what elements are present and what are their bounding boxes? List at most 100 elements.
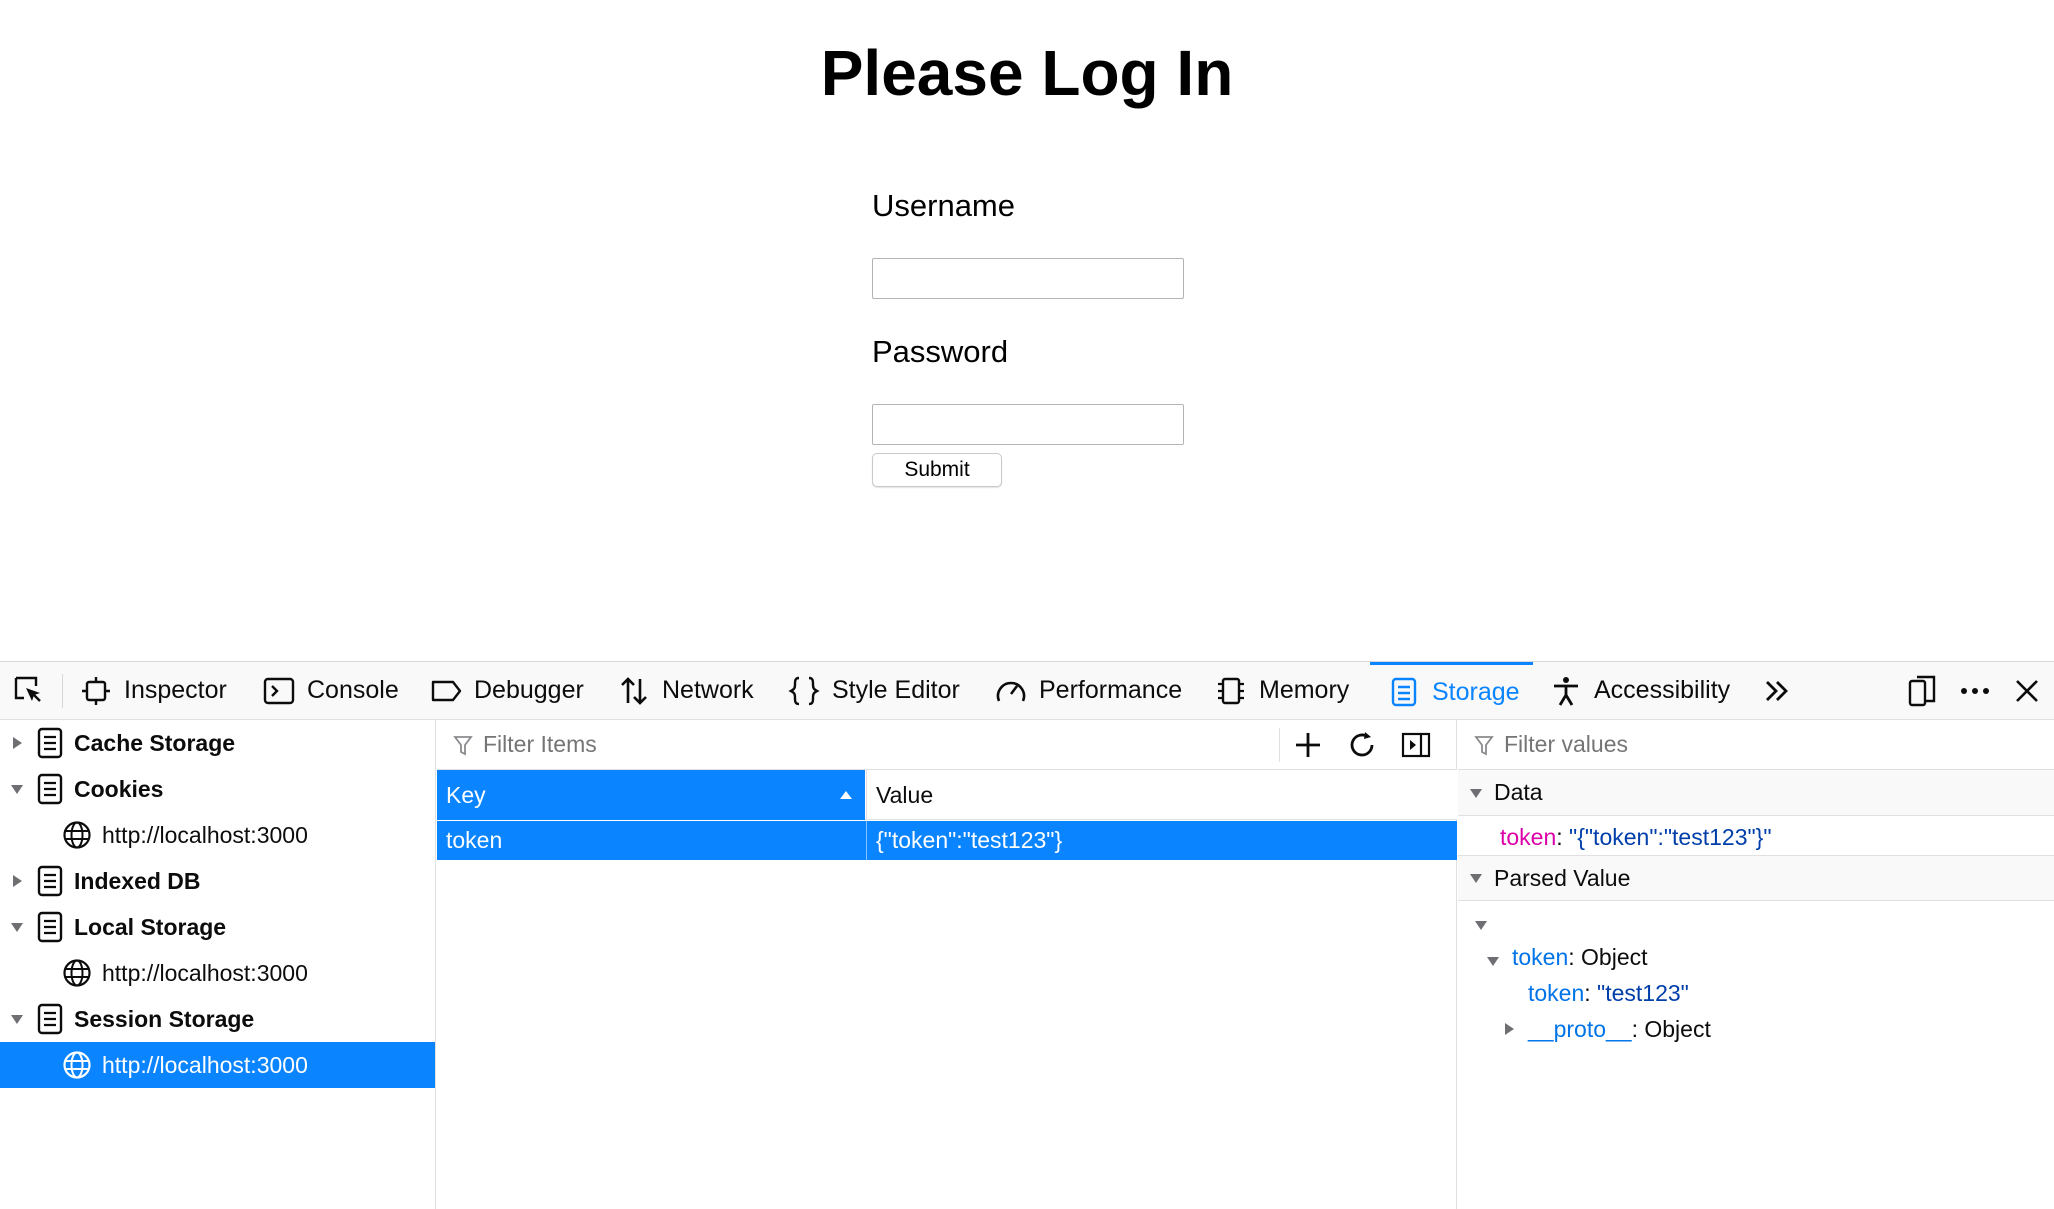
toggle-sidebar-icon[interactable] bbox=[1399, 728, 1433, 762]
tree-item-label: Local Storage bbox=[74, 913, 227, 940]
tree-item-local-storage[interactable]: Local Storage bbox=[0, 904, 435, 950]
storage-icon bbox=[37, 773, 63, 805]
globe-icon bbox=[63, 1051, 91, 1079]
refresh-icon[interactable] bbox=[1345, 728, 1379, 762]
close-icon[interactable] bbox=[2010, 674, 2044, 708]
tab-label: Performance bbox=[1039, 676, 1183, 704]
filter-items-input[interactable] bbox=[483, 731, 1263, 758]
submit-button[interactable]: Submit bbox=[872, 453, 1002, 487]
section-title: Parsed Value bbox=[1494, 864, 1631, 891]
tree-item-label: Cookies bbox=[74, 775, 164, 802]
sort-ascending-icon bbox=[840, 791, 852, 799]
more-tools-chevron-icon[interactable] bbox=[1760, 674, 1794, 708]
chevron-down-icon[interactable] bbox=[10, 920, 24, 934]
chevron-down-icon[interactable] bbox=[10, 1012, 24, 1026]
chevron-down-icon bbox=[1470, 874, 1482, 883]
tree-item-label: http://localhost:3000 bbox=[102, 1051, 308, 1078]
parsed-object-entry[interactable]: token: Object bbox=[1512, 944, 1648, 971]
network-icon bbox=[621, 676, 647, 705]
tree-item-label: Indexed DB bbox=[74, 867, 201, 894]
tree-item-local-storage-host[interactable]: http://localhost:3000 bbox=[0, 950, 435, 996]
data-entry[interactable]: token: "{"token":"test123"}" bbox=[1500, 824, 1772, 851]
inspector-icon bbox=[82, 676, 110, 705]
storage-table-pane: Key Value token {"token":"test123"} bbox=[437, 720, 1457, 1209]
tab-label: Accessibility bbox=[1594, 676, 1731, 704]
tab-label: Network bbox=[662, 676, 754, 704]
separator: : bbox=[1556, 824, 1570, 850]
data-value: "{"token":"test123"}" bbox=[1569, 824, 1772, 850]
storage-icon bbox=[37, 1003, 63, 1035]
section-title: Data bbox=[1494, 779, 1543, 805]
globe-icon bbox=[63, 959, 91, 987]
tab-debugger[interactable]: Debugger bbox=[430, 662, 584, 719]
tab-network[interactable]: Network bbox=[618, 662, 754, 719]
chevron-down-icon bbox=[1470, 788, 1482, 798]
tree-item-indexed-db[interactable]: Indexed DB bbox=[0, 858, 435, 904]
cell-value[interactable]: {"token":"test123"} bbox=[866, 821, 1457, 860]
password-label: Password bbox=[872, 334, 1009, 369]
table-filter-bar bbox=[437, 720, 1457, 770]
style-editor-icon bbox=[788, 676, 820, 705]
menu-dots-icon[interactable] bbox=[1958, 674, 1992, 708]
chevron-down-icon[interactable] bbox=[1486, 954, 1500, 968]
table-header: Key Value bbox=[437, 770, 1457, 820]
debugger-icon bbox=[431, 680, 462, 701]
value-sidebar: Data token: "{"token":"test123"}" Parsed… bbox=[1458, 720, 2054, 1209]
tree-item-label: Session Storage bbox=[74, 1005, 255, 1032]
filter-bar-separator bbox=[1279, 728, 1280, 762]
tree-item-cookies-host[interactable]: http://localhost:3000 bbox=[0, 812, 435, 858]
tree-item-label: Cache Storage bbox=[74, 729, 236, 756]
data-section-header[interactable]: Data bbox=[1458, 770, 2054, 816]
accessibility-icon bbox=[1554, 676, 1578, 706]
tab-style-editor[interactable]: Style Editor bbox=[788, 662, 960, 719]
globe-icon bbox=[63, 821, 91, 849]
object-key: token bbox=[1512, 944, 1569, 970]
filter-values-input[interactable] bbox=[1504, 731, 2024, 758]
separator: : bbox=[1568, 944, 1582, 970]
tab-console[interactable]: Console bbox=[263, 662, 399, 719]
tab-storage[interactable]: Storage bbox=[1370, 662, 1533, 719]
tree-item-cookies[interactable]: Cookies bbox=[0, 766, 435, 812]
filter-icon bbox=[453, 736, 473, 756]
page-content: Please Log In Username Password Submit bbox=[0, 0, 2054, 661]
proto-key: __proto__ bbox=[1528, 1016, 1632, 1042]
chevron-down-icon[interactable] bbox=[10, 782, 24, 796]
tree-item-session-storage-host[interactable]: http://localhost:3000 bbox=[0, 1042, 435, 1088]
chevron-down-icon[interactable] bbox=[1474, 918, 1488, 932]
tree-item-label: http://localhost:3000 bbox=[102, 959, 308, 986]
console-icon bbox=[263, 677, 295, 704]
parsed-proto-entry[interactable]: __proto__: Object bbox=[1528, 1016, 1711, 1043]
chevron-right-icon[interactable] bbox=[10, 736, 24, 750]
tab-inspector[interactable]: Inspector bbox=[80, 662, 227, 719]
column-label: Key bbox=[446, 781, 486, 808]
storage-tree: Cache Storage Cookies http://localhost:3… bbox=[0, 720, 436, 1209]
storage-icon bbox=[37, 865, 63, 897]
password-input[interactable] bbox=[872, 404, 1184, 445]
parsed-inner-entry[interactable]: token: "test123" bbox=[1528, 980, 1689, 1007]
tab-label: Debugger bbox=[474, 676, 584, 704]
tab-performance[interactable]: Performance bbox=[995, 662, 1182, 719]
add-item-icon[interactable] bbox=[1291, 728, 1325, 762]
tab-label: Storage bbox=[1432, 677, 1520, 706]
tree-item-cache-storage[interactable]: Cache Storage bbox=[0, 720, 435, 766]
chevron-right-icon[interactable] bbox=[1502, 1022, 1516, 1036]
element-picker-icon[interactable] bbox=[12, 674, 46, 708]
toolbar-separator bbox=[62, 674, 63, 708]
username-input[interactable] bbox=[872, 258, 1184, 299]
tab-label: Style Editor bbox=[832, 676, 960, 704]
storage-icon bbox=[1391, 677, 1417, 707]
tab-label: Memory bbox=[1259, 676, 1350, 704]
parsed-section-header[interactable]: Parsed Value bbox=[1458, 855, 2054, 901]
tab-label: Inspector bbox=[124, 676, 227, 704]
column-header-value[interactable]: Value bbox=[866, 770, 1457, 820]
tree-item-session-storage[interactable]: Session Storage bbox=[0, 996, 435, 1042]
username-label: Username bbox=[872, 188, 1015, 223]
column-header-key[interactable]: Key bbox=[437, 770, 865, 820]
cell-key[interactable]: token bbox=[437, 821, 865, 860]
separator: : bbox=[1584, 980, 1598, 1006]
responsive-design-icon[interactable] bbox=[1905, 674, 1939, 708]
tab-accessibility[interactable]: Accessibility bbox=[1550, 662, 1730, 719]
table-row[interactable]: token {"token":"test123"} bbox=[437, 821, 1457, 860]
chevron-right-icon[interactable] bbox=[10, 874, 24, 888]
tab-memory[interactable]: Memory bbox=[1215, 662, 1349, 719]
